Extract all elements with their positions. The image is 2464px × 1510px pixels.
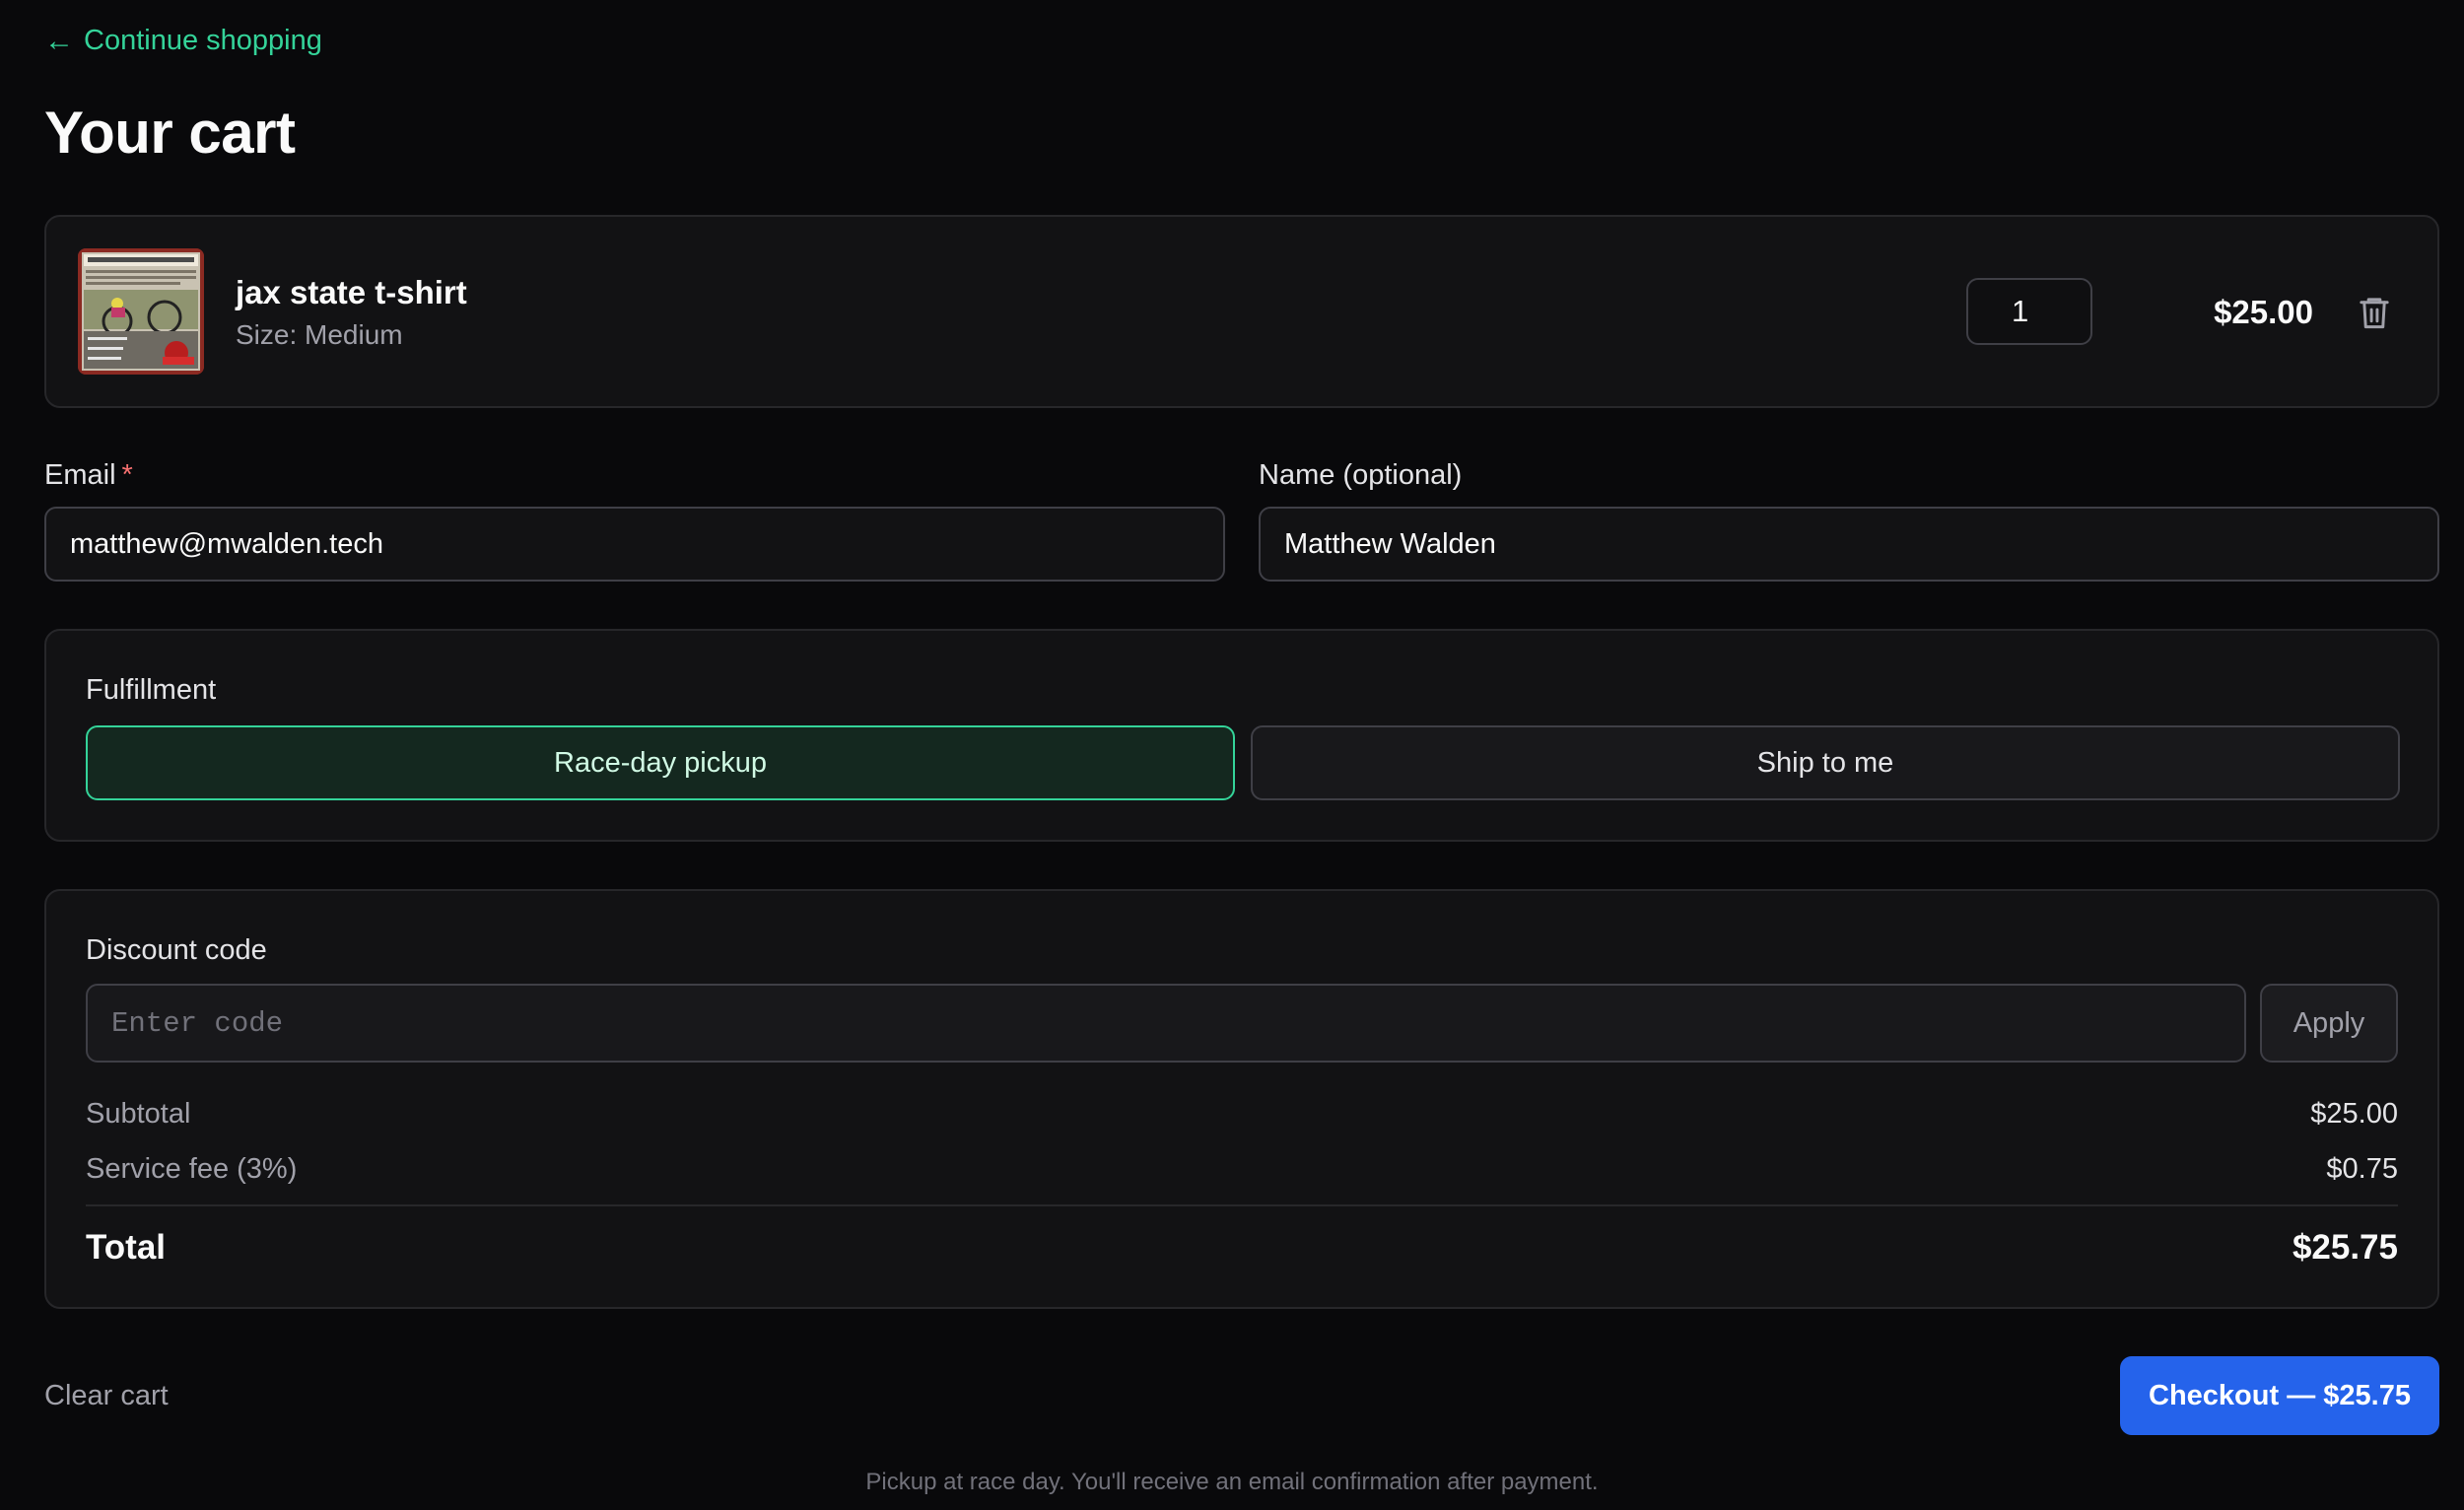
item-price: $25.00	[2214, 294, 2313, 330]
service-fee-value: $0.75	[2326, 1153, 2398, 1185]
item-size: Size: Medium	[236, 319, 403, 350]
fulfillment-section: Fulfillment Race-day pickup Ship to me	[44, 629, 2439, 842]
cart-item: jax state t-shirt Size: Medium $25.00	[44, 215, 2439, 408]
subtotal-row: Subtotal $25.00	[86, 1098, 2398, 1131]
total-value: $25.75	[2292, 1228, 2398, 1267]
subtotal-value: $25.00	[2310, 1098, 2398, 1130]
name-label: Name (optional)	[1259, 459, 1463, 491]
service-fee-label: Service fee (3%)	[86, 1153, 298, 1185]
total-row: Total $25.75	[86, 1228, 2398, 1268]
continue-shopping-link[interactable]: ← Continue shopping	[44, 25, 322, 57]
arrow-left-icon: ←	[44, 24, 74, 57]
discount-code-input[interactable]	[86, 984, 2246, 1063]
summary-divider	[86, 1204, 2398, 1206]
continue-shopping-label: Continue shopping	[84, 25, 322, 56]
race-day-pickup-button[interactable]: Race-day pickup	[86, 725, 1235, 800]
apply-button[interactable]: Apply	[2260, 984, 2398, 1063]
name-field[interactable]	[1259, 507, 2439, 582]
service-fee-row: Service fee (3%) $0.75	[86, 1153, 2398, 1186]
checkout-button[interactable]: Checkout — $25.75	[2120, 1356, 2439, 1435]
discount-label: Discount code	[86, 934, 267, 966]
page-title: Your cart	[44, 100, 296, 166]
subtotal-label: Subtotal	[86, 1098, 191, 1130]
cart-page: ← Continue shopping Your cart jax state …	[0, 0, 2464, 1510]
trash-icon[interactable]	[2357, 294, 2392, 331]
item-name: jax state t-shirt	[236, 274, 467, 310]
total-label: Total	[86, 1228, 167, 1267]
email-label: Email *	[44, 459, 133, 492]
fulfillment-label: Fulfillment	[86, 674, 217, 706]
quantity-input[interactable]	[1966, 278, 2092, 345]
product-image-icon	[78, 248, 204, 375]
clear-cart-button[interactable]: Clear cart	[44, 1380, 169, 1412]
ship-to-me-button[interactable]: Ship to me	[1251, 725, 2400, 800]
required-mark: *	[121, 459, 133, 491]
email-field[interactable]	[44, 507, 1225, 582]
order-summary: Discount code Apply Subtotal $25.00 Serv…	[44, 889, 2439, 1309]
footer-note: Pickup at race day. You'll receive an em…	[865, 1469, 1599, 1495]
product-thumbnail	[78, 248, 204, 375]
email-label-text: Email	[44, 459, 116, 491]
